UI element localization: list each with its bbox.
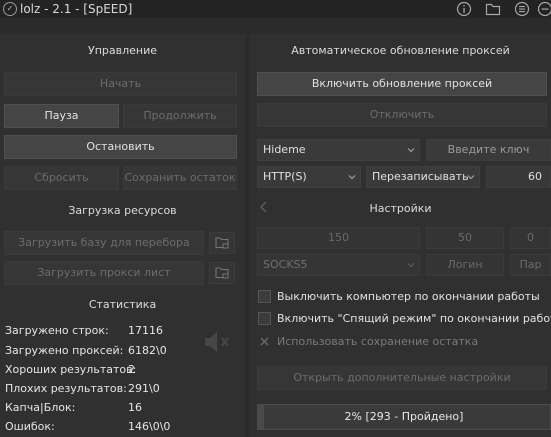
stat-label: Загружено строк:	[5, 324, 109, 337]
stat-value: 17116	[128, 324, 163, 337]
stat-label: Капча|Блок:	[5, 401, 76, 414]
chevron-down-icon	[467, 175, 475, 180]
load-base-button[interactable]: Загрузить базу для перебора	[4, 231, 204, 255]
save-rest-checkbox[interactable]	[258, 335, 271, 348]
load-base-folder-button[interactable]	[209, 232, 235, 254]
stat-label: Хороших результатов:	[5, 363, 137, 376]
load-proxy-button[interactable]: Загрузить прокси лист	[4, 261, 204, 285]
app-logo-icon: ✓	[3, 2, 17, 16]
stat-value: 146\0\0	[128, 420, 171, 433]
stat-value: 16	[128, 401, 142, 414]
pause-button[interactable]: Пауза	[4, 104, 119, 128]
stat-value: 6182\0	[128, 344, 167, 357]
info-icon[interactable]	[456, 1, 472, 17]
login-input[interactable]: Логин	[426, 254, 504, 276]
sleep-mode-checkbox[interactable]	[258, 312, 271, 325]
settings-header: Настройки	[369, 202, 432, 215]
speaker-mute-icon[interactable]	[201, 328, 233, 356]
chevron-down-icon	[348, 175, 356, 180]
progress-text: 2% [293 - Пройдено]	[344, 410, 464, 423]
list-icon[interactable]	[514, 1, 530, 17]
minimize-icon[interactable]	[537, 1, 551, 17]
select-value: HTTP(S)	[263, 170, 307, 183]
shutdown-checkbox[interactable]	[258, 290, 271, 303]
enable-proxy-update-button[interactable]: Включить обновление проксей	[257, 72, 547, 96]
folder-icon	[215, 267, 229, 279]
stat-label: Плохих результатов:	[5, 382, 127, 395]
mode-select[interactable]: Перезаписывать	[366, 166, 480, 188]
save-rest-button[interactable]: Сохранить остаток	[123, 166, 237, 190]
window-title: lolz - 2.1 - [SpEED]	[20, 2, 133, 16]
more-settings-button[interactable]: Открыть дополнительные настройки	[257, 366, 547, 390]
start-button[interactable]: Начать	[4, 72, 237, 96]
proxy-source-select[interactable]: Hideme	[257, 139, 420, 161]
select-value: Hideme	[263, 143, 306, 156]
password-input[interactable]: Пар	[510, 254, 551, 276]
save-rest-option-label: Использовать сохранение остатка	[277, 335, 479, 348]
disable-button[interactable]: Отключить	[257, 103, 547, 127]
extra-input[interactable]: 0	[510, 227, 551, 249]
progress-bar: 2% [293 - Пройдено]	[257, 404, 551, 430]
sleep-mode-label: Включить "Спящий режим" по окончании раб…	[277, 312, 551, 325]
key-input[interactable]: Введите ключ	[426, 139, 551, 161]
protocol-select[interactable]: HTTP(S)	[257, 166, 361, 188]
folder-icon	[215, 237, 229, 249]
stat-label: Загружено проксей:	[5, 344, 124, 357]
resources-header: Загрузка ресурсов	[68, 204, 177, 217]
stat-value: 291\0	[128, 382, 160, 395]
stat-label: Ошибок:	[5, 420, 55, 433]
threads-input[interactable]: 150	[257, 227, 420, 249]
folder-icon[interactable]	[485, 1, 501, 17]
proxy-type-select[interactable]: SOCKS5	[257, 254, 420, 276]
timeout-input[interactable]: 50	[426, 227, 504, 249]
load-proxy-folder-button[interactable]	[209, 262, 235, 284]
reset-button[interactable]: Сбросить	[4, 166, 119, 190]
chevron-down-icon	[407, 263, 415, 268]
control-header: Управление	[87, 44, 157, 57]
stop-button[interactable]: Остановить	[4, 135, 237, 159]
title-bar: ✓ lolz - 2.1 - [SpEED]	[0, 0, 551, 18]
stats-header: Статистика	[88, 298, 157, 311]
resume-button[interactable]: Продолжить	[123, 104, 237, 128]
select-value: SOCKS5	[263, 258, 308, 271]
interval-input[interactable]: 60	[486, 166, 551, 188]
shutdown-label: Выключить компьютер по окончании работы	[277, 290, 540, 303]
chevron-down-icon	[407, 148, 415, 153]
stat-value: 2	[128, 363, 135, 376]
auto-update-header: Автоматическое обновление проксей	[291, 44, 510, 57]
select-value: Перезаписывать	[372, 170, 469, 183]
